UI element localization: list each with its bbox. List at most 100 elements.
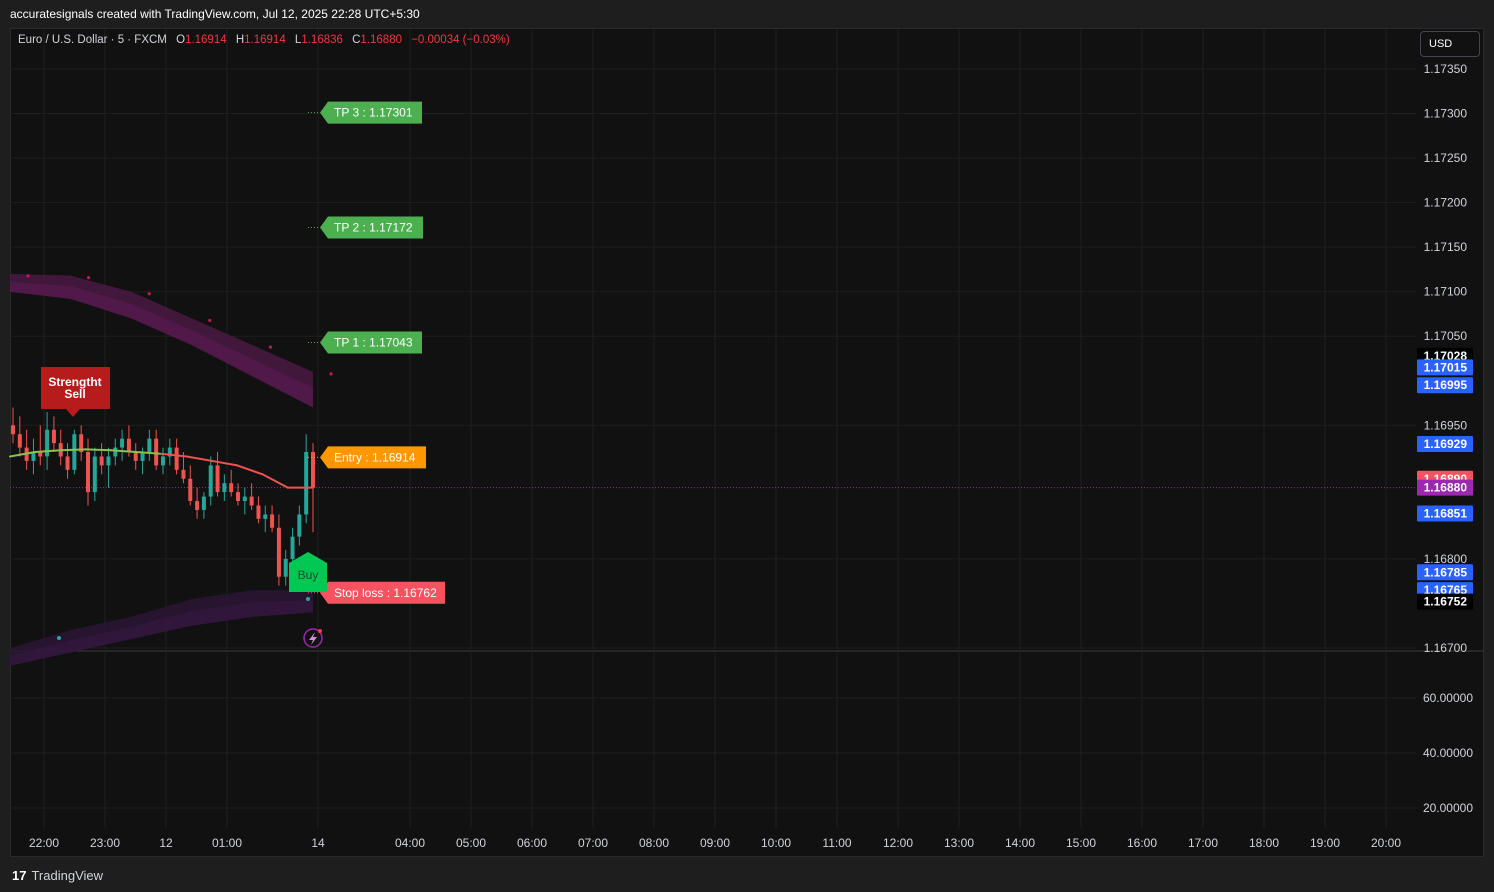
symbol-legend: Euro / U.S. Dollar · 5 · FXCM O1.16914 H…	[18, 34, 510, 46]
price-tick-label: 1.17200	[1424, 196, 1468, 210]
marker-dot	[306, 597, 310, 601]
ma-segment	[236, 464, 264, 476]
currency-button[interactable]: USD	[1420, 31, 1480, 57]
tradingview-logo-icon: 17	[12, 867, 27, 883]
band-dot	[329, 372, 333, 376]
candle-body	[99, 456, 104, 466]
time-label: 07:00	[578, 836, 608, 850]
close-value: 1.16880	[360, 34, 402, 46]
candle-body	[201, 496, 206, 510]
tp1-label: TP 1 : 1.17043	[334, 335, 413, 349]
time-label: 22:00	[29, 836, 59, 850]
candle-body	[195, 501, 200, 510]
candle-body	[86, 452, 90, 493]
candle-body	[188, 478, 193, 502]
ma-segment	[59, 448, 87, 452]
time-label: 15:00	[1066, 836, 1096, 850]
time-label: 16:00	[1127, 836, 1157, 850]
tradingview-brand: TradingView	[31, 867, 104, 883]
indicator-tick-label: 20.00000	[1423, 801, 1473, 815]
symbol-name: Euro / U.S. Dollar · 5 · FXCM	[18, 34, 167, 46]
ma-segment	[211, 459, 239, 467]
price-badge-label: 1.16929	[1424, 437, 1468, 451]
time-label: 23:00	[90, 836, 120, 850]
high-label: H	[235, 34, 245, 46]
bands	[10, 273, 333, 666]
candle-body	[276, 527, 281, 577]
time-label: 01:00	[212, 836, 242, 850]
price-badge-label: 1.16995	[1424, 378, 1468, 392]
high-value: 1.16914	[244, 34, 286, 46]
price-badge-label: 1.16851	[1424, 506, 1468, 520]
ma-segment	[34, 449, 62, 454]
time-label: 14:00	[1005, 836, 1035, 850]
candle-body	[263, 514, 268, 519]
open-label: O	[176, 34, 186, 46]
candle-body	[249, 496, 254, 506]
candle-body	[256, 505, 261, 519]
entry-label: Entry : 1.16914	[334, 450, 416, 464]
candle-body	[229, 483, 234, 493]
candle-body	[222, 483, 227, 493]
moving-average	[9, 448, 314, 489]
time-label: 11:00	[822, 836, 851, 850]
candle-body	[161, 456, 165, 466]
candle-body	[126, 438, 131, 453]
stop-loss-label: Stop loss : 1.16762	[334, 586, 437, 600]
candle-body	[17, 434, 22, 448]
time-label: 17:00	[1188, 836, 1218, 850]
tp3-label: TP 3 : 1.17301	[334, 106, 413, 120]
candle-body	[236, 492, 240, 502]
time-label: 18:00	[1249, 836, 1279, 850]
time-label: 10:00	[761, 836, 791, 850]
band-dot	[208, 318, 212, 323]
candle-body	[45, 429, 50, 457]
candle-body	[215, 465, 220, 493]
price-tick-label: 1.17250	[1424, 151, 1468, 165]
time-axis[interactable]: 22:00 23:00 12 01:00 14 04:00 05:00 06:00 07:00 0…	[29, 836, 1401, 850]
candle-body	[290, 536, 295, 559]
price-tick-label: 1.17050	[1424, 329, 1468, 343]
candle-body	[106, 456, 111, 466]
indicator-tick-label: 60.00000	[1423, 691, 1473, 705]
time-label: 20:00	[1371, 836, 1401, 850]
price-badges: 1.170281.170151.169951.169291.168901.168…	[1417, 347, 1473, 610]
grid	[10, 29, 1484, 828]
candle-body	[270, 514, 275, 528]
footer-bar: 17 TradingView	[0, 858, 1494, 892]
candle-body	[174, 447, 179, 470]
price-tick-label: 1.17150	[1424, 240, 1468, 254]
low-value: 1.16836	[301, 34, 343, 46]
alert-dot	[318, 629, 322, 633]
candle-body	[72, 434, 77, 470]
lightning-bolt-icon	[309, 632, 317, 645]
price-badge-label: 1.16752	[1424, 595, 1468, 609]
time-label: 06:00	[517, 836, 547, 850]
change-value: −0.00034 (−0.03%)	[411, 34, 510, 46]
tp2-label: TP 2 : 1.17172	[334, 221, 413, 235]
ma-segment	[261, 473, 289, 489]
candle-body	[304, 452, 309, 515]
ma-segment	[185, 455, 213, 462]
price-badge-label: 1.16785	[1424, 565, 1468, 579]
time-label: 12:00	[883, 836, 913, 850]
time-label: 08:00	[639, 836, 669, 850]
band-dot	[147, 292, 151, 296]
price-tick-label: 1.17300	[1424, 107, 1468, 121]
band-dot	[268, 345, 272, 349]
candle-body	[51, 429, 56, 444]
candle-body	[181, 469, 186, 479]
currency-label: USD	[1429, 38, 1453, 50]
buy-signal-label: Buy	[298, 568, 319, 582]
time-label: 09:00	[700, 836, 730, 850]
time-label: 12	[159, 836, 173, 850]
candle-body	[92, 456, 97, 493]
chart-canvas[interactable]: TP 3 : 1.17301 TP 2 : 1.17172 TP 1 : 1.170…	[0, 0, 1494, 892]
indicator-axis: 60.00000 40.00000 20.00000	[1423, 691, 1473, 815]
marker-dot	[57, 636, 61, 640]
open-value: 1.16914	[185, 34, 227, 46]
price-badge-label: 1.16880	[1424, 481, 1468, 495]
candle-body	[208, 465, 213, 497]
band-dot	[87, 276, 91, 280]
candle-body	[297, 514, 302, 537]
